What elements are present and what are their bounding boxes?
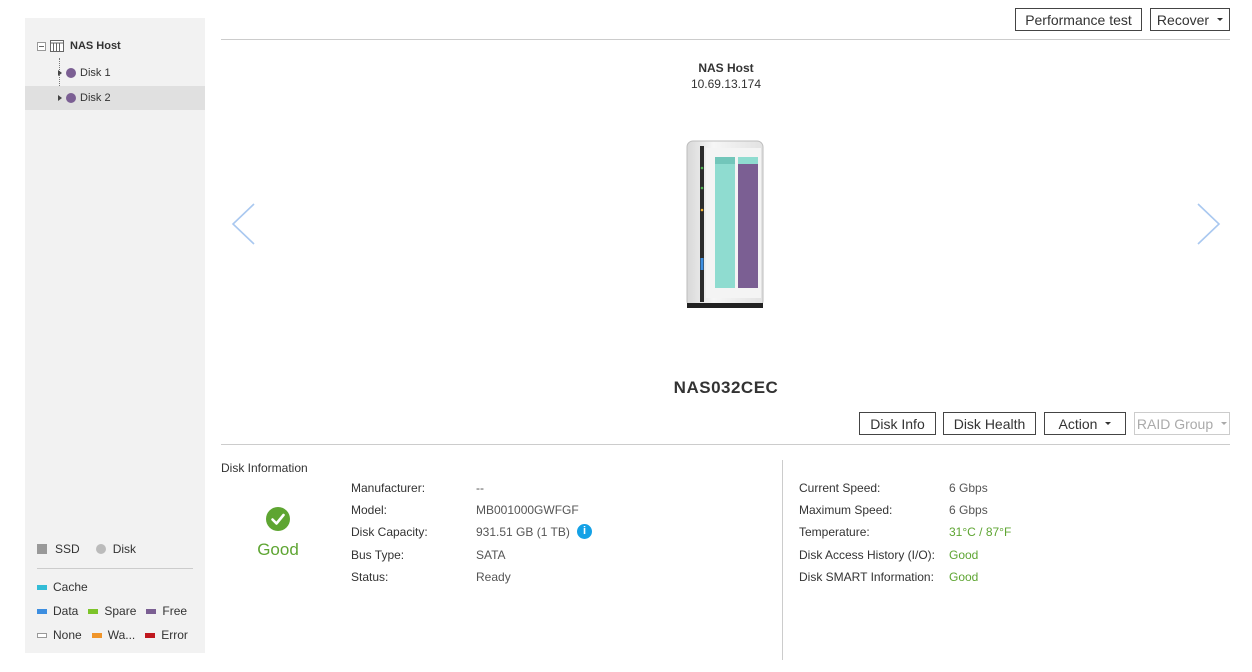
sidebar: NAS Host Disk 1 Disk 2 SSD Disk Cache Da…: [25, 18, 205, 653]
tree-item-label: Disk 1: [80, 67, 111, 79]
dropdown-caret-icon: [1221, 422, 1228, 425]
model-label: Model:: [351, 503, 388, 517]
info-icon[interactable]: i: [577, 524, 592, 539]
panel-vertical-divider: [782, 460, 783, 660]
legend-ssd-label: SSD: [55, 542, 80, 556]
legend-row-none: None Wa... Error: [37, 628, 198, 642]
tree-item-disk-2[interactable]: Disk 2: [25, 86, 205, 110]
bus-type-label: Bus Type:: [351, 548, 405, 562]
legend-divider: [37, 568, 193, 569]
health-status-text: Good: [257, 540, 299, 559]
section-divider: [221, 444, 1230, 445]
legend-disk-types: SSD Disk: [37, 542, 136, 556]
disk-health-button[interactable]: Disk Health: [943, 412, 1036, 435]
disk-smart-information-label: Disk SMART Information:: [799, 570, 934, 584]
disk-capacity-label: Disk Capacity:: [351, 525, 428, 539]
temperature-label: Temperature:: [799, 525, 870, 539]
host-title: NAS Host: [698, 61, 754, 75]
spare-swatch-icon: [88, 608, 99, 614]
recover-button[interactable]: Recover: [1150, 8, 1230, 31]
disk-smart-information-value: Good: [949, 570, 979, 584]
legend-data-label: Data: [53, 604, 79, 618]
action-label: Action: [1058, 415, 1098, 432]
top-divider: [221, 39, 1230, 40]
disk-free-icon: [66, 68, 76, 78]
square-icon: [37, 544, 47, 554]
device-name: NAS032CEC: [673, 378, 779, 397]
warning-swatch-icon: [91, 632, 102, 638]
legend-cache: Cache: [37, 580, 98, 594]
performance-test-button[interactable]: Performance test: [1015, 8, 1142, 31]
next-arrow-icon[interactable]: [1195, 200, 1223, 248]
check-circle-icon: [266, 507, 290, 531]
recover-label: Recover: [1156, 11, 1210, 28]
raid-group-label: RAID Group: [1136, 415, 1214, 432]
legend-free-label: Free: [162, 604, 188, 618]
disk-access-history-label: Disk Access History (I/O):: [799, 548, 936, 562]
status-label: Status:: [351, 570, 389, 584]
status-value: Ready: [476, 570, 511, 584]
host-ip: 10.69.13.174: [690, 77, 762, 91]
disk-free-icon: [66, 93, 76, 103]
manufacturer-label: Manufacturer:: [351, 481, 426, 495]
disk-info-label: Disk Info: [870, 415, 925, 432]
legend-error-label: Error: [161, 628, 188, 642]
maximum-speed-value: 6 Gbps: [949, 503, 988, 517]
error-swatch-icon: [145, 632, 156, 638]
model-value: MB001000GWFGF: [476, 503, 579, 517]
legend-cache-label: Cache: [53, 580, 88, 594]
none-swatch-icon: [37, 632, 47, 638]
raid-group-button: RAID Group: [1134, 412, 1230, 435]
disk-access-history-value: Good: [949, 548, 979, 562]
circle-icon: [95, 544, 106, 554]
tree-root-label: NAS Host: [70, 40, 121, 52]
temperature-value: 31°C / 87°F: [949, 525, 1012, 539]
nas-host-icon: [50, 40, 64, 52]
legend-none-label: None: [53, 628, 82, 642]
performance-test-label: Performance test: [1025, 11, 1132, 28]
tree-item-label: Disk 2: [80, 92, 111, 104]
manufacturer-value: --: [476, 481, 484, 495]
current-speed-label: Current Speed:: [799, 481, 881, 495]
dropdown-caret-icon: [1217, 18, 1224, 21]
expand-arrow-icon[interactable]: [58, 70, 62, 76]
legend-row-data: Data Spare Free: [37, 604, 197, 618]
free-swatch-icon: [146, 608, 157, 614]
disk-info-button[interactable]: Disk Info: [859, 412, 936, 435]
cache-swatch-icon: [37, 584, 47, 590]
previous-arrow-icon[interactable]: [229, 200, 257, 248]
expand-arrow-icon[interactable]: [58, 95, 62, 101]
action-button[interactable]: Action: [1044, 412, 1126, 435]
legend-disk-label: Disk: [112, 542, 137, 556]
maximum-speed-label: Maximum Speed:: [799, 503, 893, 517]
legend-spare-label: Spare: [104, 604, 137, 618]
tree-root-nas-host[interactable]: NAS Host: [37, 38, 121, 54]
nas-device-image[interactable]: [684, 138, 766, 310]
legend-warning-label: Wa...: [107, 628, 136, 642]
disk-information-title: Disk Information: [221, 461, 308, 475]
tree-item-disk-1[interactable]: Disk 1: [25, 61, 205, 85]
bus-type-value: SATA: [476, 548, 506, 562]
disk-health-label: Disk Health: [953, 415, 1026, 432]
current-speed-value: 6 Gbps: [949, 481, 988, 495]
dropdown-caret-icon: [1105, 422, 1112, 425]
disk-capacity-value: 931.51 GB (1 TB): [476, 525, 570, 539]
collapse-icon[interactable]: [37, 41, 46, 51]
data-swatch-icon: [37, 608, 47, 614]
